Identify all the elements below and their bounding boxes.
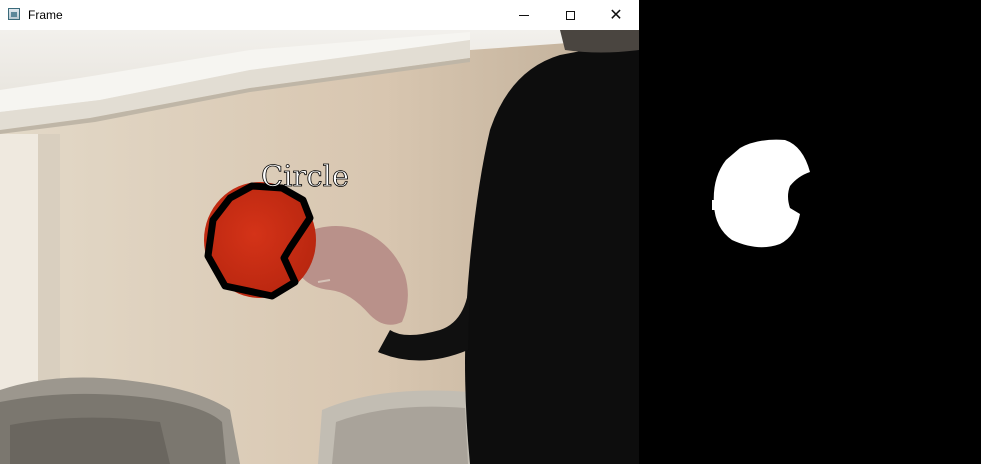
maximize-icon [565, 10, 575, 20]
mask-image [640, 0, 981, 464]
maximize-button[interactable] [547, 0, 593, 30]
camera-frame-image: Circle [0, 30, 639, 464]
detected-shape-label: Circle [261, 159, 349, 193]
mask-background [640, 0, 981, 464]
mask-noise [712, 200, 716, 210]
chair-left-seat [10, 417, 170, 464]
mask-window [640, 0, 981, 464]
person-neck [560, 30, 639, 53]
frame-window: Frame ✕ Circle [0, 0, 639, 464]
camera-frame-view: Circle [0, 30, 639, 464]
app-icon [8, 8, 20, 20]
minimize-icon [519, 14, 529, 16]
minimize-button[interactable] [501, 0, 547, 30]
title-bar[interactable]: Frame ✕ [0, 0, 639, 30]
window-title: Frame [28, 8, 63, 22]
close-button[interactable]: ✕ [593, 0, 639, 30]
close-icon: ✕ [609, 5, 623, 24]
